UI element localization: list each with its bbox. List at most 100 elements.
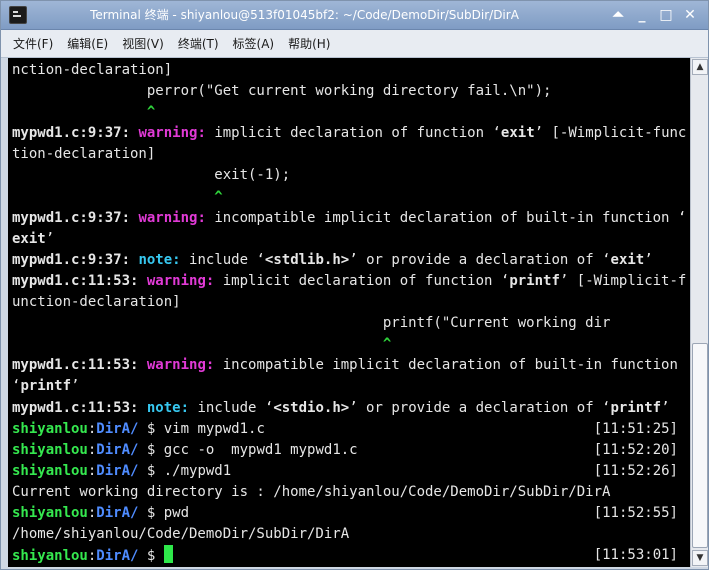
output-text: unction-declaration] bbox=[12, 294, 181, 311]
close-button[interactable]: ✕ bbox=[680, 5, 700, 25]
diag-symbol: printf bbox=[509, 272, 560, 289]
quote-close: ’ bbox=[349, 251, 358, 268]
terminal-line: mypwd1.c:9:37: warning: incompatible imp… bbox=[12, 208, 690, 229]
menu-edit[interactable]: 编辑(E) bbox=[67, 35, 108, 52]
output-text: nction-declaration] bbox=[12, 62, 173, 78]
terminal-line: exit’ bbox=[12, 229, 690, 250]
diag-severity: note: bbox=[146, 399, 190, 416]
prompt-dir: DirA/ bbox=[96, 441, 139, 458]
scroll-thumb[interactable] bbox=[692, 343, 708, 548]
output-text: tion-declaration] bbox=[12, 146, 156, 163]
terminal-line: mypwd1.c:9:37: note: include ‘<stdlib.h>… bbox=[12, 250, 690, 271]
command-text: $ vim mypwd1.c bbox=[138, 420, 265, 437]
diag-symbol: exit bbox=[500, 125, 535, 142]
diag-location: mypwd1.c:11:53: bbox=[12, 399, 139, 416]
prompt-user: shiyanlou bbox=[12, 420, 88, 437]
terminal-line: shiyanlou:DirA/ $ ./mypwd1 [11:52:26] bbox=[12, 461, 690, 482]
quote-open: ‘ bbox=[256, 251, 265, 268]
quote-open: ‘ bbox=[677, 209, 687, 226]
arrow-down-icon[interactable]: ▼ bbox=[692, 550, 708, 566]
terminal-line: shiyanlou:DirA/ $ gcc -o mypwd1 mypwd1.c… bbox=[12, 440, 690, 461]
terminal-line: shiyanlou:DirA/ $ pwd [11:52:55] bbox=[12, 503, 690, 524]
terminal-line: shiyanlou:DirA/ $ [11:53:01] bbox=[12, 545, 690, 566]
terminal-line: tion-declaration] bbox=[12, 144, 690, 165]
title-bar[interactable]: Terminal 终端 - shiyanlou@513f01045bf2: ~/… bbox=[1, 1, 708, 30]
quote-close: ’ bbox=[534, 125, 544, 142]
prompt-user: shiyanlou bbox=[12, 548, 88, 565]
diag-text: or provide a declaration of ‘ bbox=[357, 399, 611, 416]
diag-severity: warning: bbox=[138, 125, 206, 142]
vertical-scrollbar[interactable]: ▲ ▼ bbox=[690, 58, 708, 567]
timestamp: [11:51:25] bbox=[593, 420, 678, 437]
caret-marker: ^ bbox=[12, 336, 392, 353]
diag-severity: warning: bbox=[138, 209, 206, 226]
terminal-line: mypwd1.c:11:53: note: include ‘<stdio.h>… bbox=[12, 398, 690, 419]
diag-symbol: exit bbox=[12, 230, 46, 247]
menu-bar: 文件(F) 编辑(E) 视图(V) 终端(T) 标签(A) 帮助(H) bbox=[1, 30, 708, 58]
diag-text: [-Wimplicit-f bbox=[568, 272, 687, 289]
quote-close: ’ bbox=[349, 399, 358, 416]
window-title: Terminal 终端 - shiyanlou@513f01045bf2: ~/… bbox=[90, 8, 519, 22]
diag-text: include bbox=[189, 399, 265, 416]
menu-help[interactable]: 帮助(H) bbox=[288, 35, 330, 52]
terminal-output[interactable]: nction-declaration] perror("Get current … bbox=[8, 58, 690, 567]
command-text: $ ./mypwd1 bbox=[138, 462, 232, 479]
timestamp: [11:52:55] bbox=[593, 504, 678, 521]
terminal-line: mypwd1.c:9:37: warning: implicit declara… bbox=[12, 123, 690, 144]
arrow-up-icon[interactable]: ▲ bbox=[692, 59, 708, 75]
command-text: $ bbox=[138, 548, 164, 565]
output-text: perror("Get current working directory fa… bbox=[12, 83, 552, 100]
terminal-line: ^ bbox=[12, 187, 690, 208]
diag-severity: warning: bbox=[146, 357, 215, 374]
terminal-line: shiyanlou:DirA/ $ vim mypwd1.c [11:51:25] bbox=[12, 419, 690, 440]
diag-symbol: <stdlib.h> bbox=[264, 251, 350, 268]
menu-terminal[interactable]: 终端(T) bbox=[178, 35, 219, 52]
quote-close: ’ bbox=[644, 251, 653, 268]
diag-symbol: <stdio.h> bbox=[273, 399, 350, 416]
output-text: /home/shiyanlou/Code/DemoDir/SubDir/DirA bbox=[12, 526, 350, 543]
timestamp: [11:52:20] bbox=[593, 441, 678, 458]
diag-severity: note: bbox=[138, 251, 181, 268]
diag-severity: warning: bbox=[146, 272, 215, 289]
diag-symbol: printf bbox=[610, 399, 662, 416]
terminal-line: Current working directory is : /home/shi… bbox=[12, 482, 690, 503]
terminal-line: /home/shiyanlou/Code/DemoDir/SubDir/DirA bbox=[12, 524, 690, 545]
terminal-line: ^ bbox=[12, 102, 690, 123]
diag-text: implicit declaration of function bbox=[205, 125, 493, 142]
output-text: exit(-1); bbox=[12, 167, 291, 184]
prompt-dir: DirA/ bbox=[96, 420, 139, 437]
minimize-button[interactable]: _ bbox=[632, 5, 652, 25]
diag-text: [-Wimplicit-func bbox=[543, 125, 687, 142]
terminal-line: unction-declaration] bbox=[12, 292, 690, 313]
output-text: ’ bbox=[71, 378, 80, 395]
diag-text: include bbox=[180, 251, 257, 268]
diag-location: mypwd1.c:11:53: bbox=[12, 272, 139, 289]
maximize-button[interactable]: □ bbox=[656, 5, 676, 25]
menu-tabs[interactable]: 标签(A) bbox=[233, 35, 275, 52]
quote-open: ‘ bbox=[492, 125, 501, 142]
output-text: printf("Current working dir bbox=[12, 315, 611, 332]
output-text: ’ bbox=[45, 230, 55, 247]
terminal-icon[interactable] bbox=[9, 6, 27, 24]
quote-close: ’ bbox=[661, 399, 670, 416]
terminal-line: exit(-1); bbox=[12, 165, 690, 186]
menu-view[interactable]: 视图(V) bbox=[122, 35, 164, 52]
menu-file[interactable]: 文件(F) bbox=[13, 35, 53, 52]
diag-location: mypwd1.c:9:37: bbox=[12, 125, 131, 142]
text-cursor bbox=[163, 545, 173, 564]
timestamp: [11:52:26] bbox=[593, 462, 678, 479]
diag-text: or provide a declaration of ‘ bbox=[357, 251, 611, 268]
command-text: $ pwd bbox=[138, 504, 190, 521]
window-controls: ⏶ _ □ ✕ bbox=[608, 5, 700, 25]
diag-location: mypwd1.c:9:37: bbox=[12, 209, 131, 226]
shade-button[interactable]: ⏶ bbox=[608, 5, 628, 25]
command-text: $ gcc -o mypwd1 mypwd1.c bbox=[138, 441, 358, 458]
caret-marker: ^ bbox=[12, 104, 156, 121]
output-text: Current working directory is : /home/shi… bbox=[12, 483, 611, 500]
terminal-window: Terminal 终端 - shiyanlou@513f01045bf2: ~/… bbox=[0, 0, 709, 570]
diag-text: implicit declaration of function bbox=[214, 272, 501, 289]
diag-text: incompatible implicit declaration of bui… bbox=[214, 357, 678, 374]
prompt-dir: DirA/ bbox=[96, 462, 139, 479]
prompt-user: shiyanlou bbox=[12, 504, 88, 521]
diag-symbol: exit bbox=[610, 251, 645, 268]
